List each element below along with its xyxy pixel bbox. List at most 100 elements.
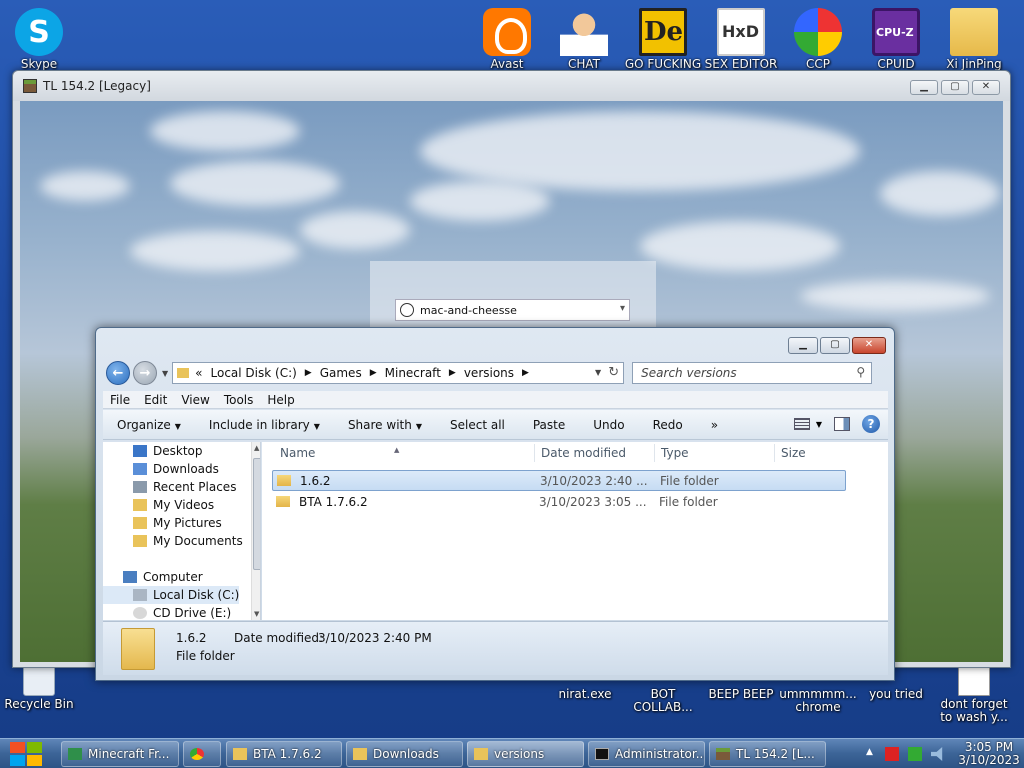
preview-pane-icon[interactable] — [834, 417, 850, 431]
breadcrumb-games[interactable]: Games — [320, 366, 362, 380]
tray-app-icon[interactable] — [885, 747, 899, 761]
scroll-up-icon[interactable]: ▲ — [254, 444, 259, 452]
column-size[interactable]: Size — [781, 446, 806, 460]
chevron-right-icon[interactable]: ▶ — [522, 368, 529, 378]
details-name: 1.6.2 — [176, 631, 207, 645]
network-icon[interactable] — [908, 747, 922, 761]
minimize-button[interactable]: ▁ — [910, 80, 938, 95]
close-button[interactable]: ✕ — [852, 337, 886, 354]
taskbar-button-launcher[interactable]: TL 154.2 [L... — [709, 741, 826, 767]
change-view-button[interactable]: ▼ — [793, 418, 822, 430]
taskbar-button-chrome[interactable] — [183, 741, 221, 767]
address-bar[interactable]: « Local Disk (C:) ▶ Games ▶ Minecraft ▶ … — [172, 362, 625, 384]
user-icon — [400, 303, 414, 317]
table-row[interactable]: BTA 1.7.6.2 3/10/2023 3:05 ... File fold… — [272, 491, 846, 512]
launcher-titlebar[interactable]: TL 154.2 [Legacy] — [13, 71, 1010, 101]
show-hidden-icons-icon[interactable]: ▲ — [866, 747, 876, 761]
select-all-button[interactable]: Select all — [436, 418, 519, 432]
desktop-icon-chat[interactable]: CHAT — [545, 8, 623, 71]
back-button[interactable]: ← — [106, 361, 130, 385]
include-in-library-button[interactable]: Include in library ▼ — [195, 418, 334, 432]
breadcrumb-local-disk[interactable]: Local Disk (C:) — [211, 366, 297, 380]
file-type: File folder — [660, 473, 719, 488]
nav-item-desktop[interactable]: Desktop — [103, 442, 260, 460]
address-dropdown-icon[interactable]: ▼ — [595, 368, 601, 377]
more-commands-button[interactable]: » — [697, 418, 732, 432]
desktop-icon-skype[interactable]: Skype — [0, 8, 78, 71]
taskbar-button-minecraft[interactable]: Minecraft Fr... — [61, 741, 179, 767]
search-input[interactable]: Search versions ⚲ — [632, 362, 873, 384]
desktop-icon-chrome-shortcut[interactable]: ummmmm... chrome — [779, 688, 857, 714]
documents-folder-icon — [133, 535, 147, 547]
desktop-icon-sex-editor[interactable]: SEX EDITOR — [702, 8, 780, 71]
desktop-icon-cpuid[interactable]: CPUID — [857, 8, 935, 71]
close-button[interactable]: ✕ — [972, 80, 1000, 95]
undo-button[interactable]: Undo — [579, 418, 638, 432]
maximize-button[interactable]: ▢ — [820, 337, 850, 354]
desktop-icon-recycle-bin[interactable]: Recycle Bin — [0, 664, 78, 711]
chrome-icon — [190, 748, 204, 760]
breadcrumb-minecraft[interactable]: Minecraft — [385, 366, 441, 380]
videos-folder-icon — [133, 499, 147, 511]
pictures-folder-icon — [133, 517, 147, 529]
chrome-icon — [794, 8, 842, 56]
cd-drive-icon — [133, 607, 147, 619]
menu-view[interactable]: View — [174, 393, 216, 407]
breadcrumb-overflow[interactable]: « — [195, 366, 202, 380]
clock[interactable]: 3:05 PM 3/10/2023 — [954, 741, 1024, 767]
taskbar-button-bta[interactable]: BTA 1.7.6.2 — [226, 741, 342, 767]
refresh-icon[interactable]: ↻ — [608, 365, 619, 380]
nav-item-my-videos[interactable]: My Videos — [103, 496, 260, 514]
menu-file[interactable]: File — [103, 393, 137, 407]
taskbar-button-versions[interactable]: versions — [467, 741, 584, 767]
help-icon[interactable]: ? — [862, 415, 880, 433]
file-name: 1.6.2 — [300, 473, 331, 488]
desktop-icon-go-fucking[interactable]: GO FUCKING — [624, 8, 702, 71]
taskbar-button-downloads[interactable]: Downloads — [346, 741, 463, 767]
breadcrumb-versions[interactable]: versions — [464, 366, 514, 380]
search-icon[interactable]: ⚲ — [856, 365, 865, 379]
desktop-icon-nirat[interactable]: nirat.exe — [546, 688, 624, 701]
paste-button[interactable]: Paste — [519, 418, 579, 432]
nav-item-cd-drive[interactable]: CD Drive (E:) — [103, 604, 260, 620]
recent-pages-dropdown-icon[interactable]: ▼ — [162, 369, 168, 378]
desktop-icon-you-tried[interactable]: you tried — [857, 688, 935, 701]
account-select[interactable]: mac-and-cheesse ▾ — [395, 299, 630, 321]
desktop-icon-dont-forget[interactable]: dont forget to wash y... — [935, 664, 1013, 724]
start-button[interactable] — [8, 741, 46, 767]
menu-tools[interactable]: Tools — [217, 393, 261, 407]
desktop-icon-beep-beep[interactable]: BEEP BEEP — [702, 688, 780, 701]
nav-item-computer[interactable]: Computer — [103, 568, 260, 586]
menu-edit[interactable]: Edit — [137, 393, 174, 407]
scroll-down-icon[interactable]: ▼ — [254, 610, 259, 618]
nav-item-my-documents[interactable]: My Documents — [103, 532, 260, 550]
taskbar-button-cmd[interactable]: Administrator... — [588, 741, 705, 767]
nav-item-my-pictures[interactable]: My Pictures — [103, 514, 260, 532]
nav-item-local-disk[interactable]: Local Disk (C:) — [103, 586, 239, 604]
column-date-modified[interactable]: Date modified — [541, 446, 626, 460]
chevron-right-icon[interactable]: ▶ — [305, 368, 312, 378]
desktop-icon-xi-jinping[interactable]: Xi JinPing — [935, 8, 1013, 71]
chevron-right-icon[interactable]: ▶ — [449, 368, 456, 378]
navigation-scrollbar[interactable]: ▲ ▼ — [251, 442, 260, 620]
redo-button[interactable]: Redo — [639, 418, 697, 432]
minecraft-block-icon — [716, 748, 730, 760]
scrollbar-thumb[interactable] — [253, 458, 260, 570]
forward-button[interactable]: → — [133, 361, 157, 385]
organize-button[interactable]: Organize ▼ — [103, 418, 195, 432]
volume-icon[interactable] — [931, 747, 943, 761]
table-row[interactable]: 1.6.2 3/10/2023 2:40 ... File folder — [272, 470, 846, 491]
desktop-icon-bot-collab[interactable]: BOT COLLAB... — [624, 688, 702, 714]
column-type[interactable]: Type — [661, 446, 689, 460]
nav-item-downloads[interactable]: Downloads — [103, 460, 260, 478]
recycle-bin-icon — [23, 664, 55, 696]
column-name[interactable]: Name — [280, 446, 315, 460]
desktop-icon-avast[interactable]: Avast — [468, 8, 546, 71]
maximize-button[interactable]: ▢ — [941, 80, 969, 95]
minimize-button[interactable]: ▁ — [788, 337, 818, 354]
nav-item-recent-places[interactable]: Recent Places — [103, 478, 260, 496]
desktop-icon-ccp[interactable]: CCP — [779, 8, 857, 71]
menu-help[interactable]: Help — [260, 393, 301, 407]
chevron-right-icon[interactable]: ▶ — [370, 368, 377, 378]
share-with-button[interactable]: Share with ▼ — [334, 418, 436, 432]
